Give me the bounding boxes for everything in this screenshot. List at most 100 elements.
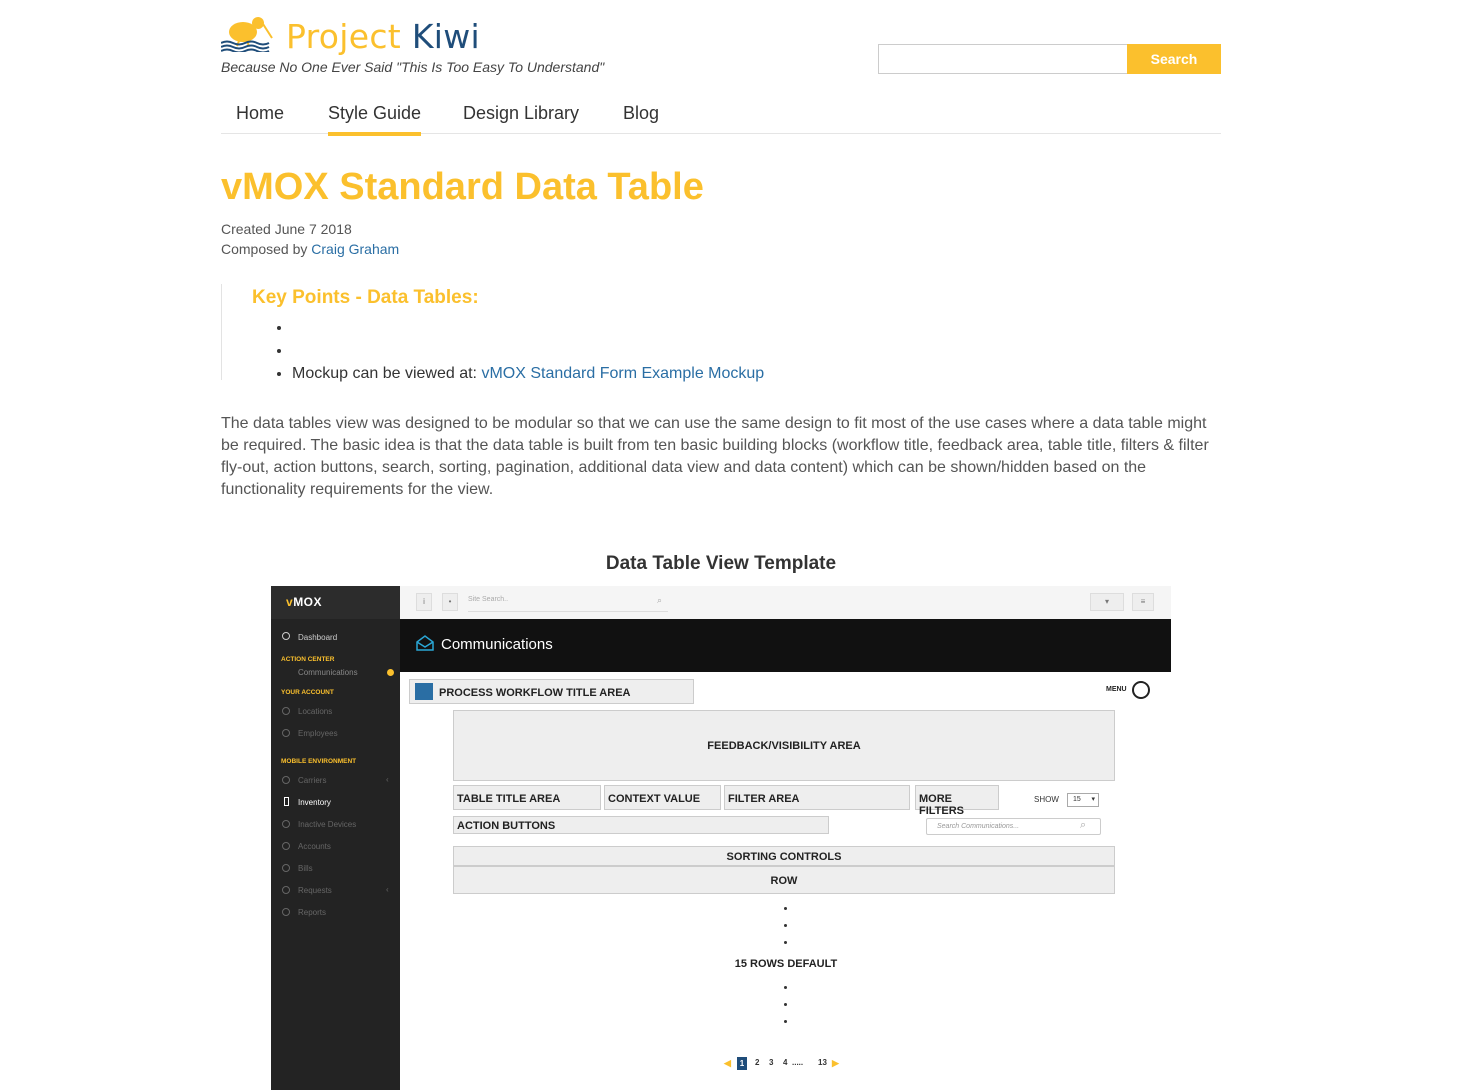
brand-first: Project bbox=[286, 17, 402, 56]
grid-icon: ≡ bbox=[1132, 593, 1154, 611]
search-input[interactable] bbox=[878, 44, 1128, 74]
more-filters-area: MORE FILTERS bbox=[915, 785, 999, 817]
filter-area-label: FILTER AREA bbox=[728, 793, 800, 805]
nav-home[interactable]: Home bbox=[236, 103, 284, 132]
ellipsis-dot bbox=[784, 941, 787, 944]
bills-icon bbox=[282, 864, 290, 872]
main-nav: Home Style Guide Design Library Blog bbox=[221, 96, 1221, 136]
mock-employees: Employees bbox=[298, 729, 338, 738]
table-title-area: TABLE TITLE AREA bbox=[453, 785, 601, 810]
figure-title: Data Table View Template bbox=[605, 553, 837, 574]
mock-locations: Locations bbox=[298, 707, 333, 716]
action-buttons-area: ACTION BUTTONS bbox=[453, 816, 829, 834]
prev-page-icon: ◀ bbox=[724, 1058, 731, 1068]
author-link[interactable]: Craig Graham bbox=[311, 241, 399, 257]
author-line: Composed by Craig Graham bbox=[221, 241, 399, 257]
mic-icon: • bbox=[442, 593, 458, 611]
key-points-callout: Key Points - Data Tables: Mockup can be … bbox=[221, 284, 821, 382]
context-value-label: CONTEXT VALUE bbox=[608, 793, 701, 805]
mock-logo: vMOX bbox=[286, 595, 323, 609]
mockup-prefix: Mockup can be viewed at: bbox=[292, 365, 482, 382]
mockup-link[interactable]: vMOX Standard Form Example Mockup bbox=[481, 365, 764, 382]
created-date: Created June 7 2018 bbox=[221, 221, 352, 237]
row-area: ROW bbox=[453, 866, 1115, 894]
row-label: ROW bbox=[770, 875, 798, 887]
page-ellipsis: ..... bbox=[792, 1058, 804, 1067]
workflow-title-area: PROCESS WORKFLOW TITLE AREA bbox=[409, 679, 694, 704]
mock-action-center: ACTION CENTER bbox=[281, 656, 335, 663]
mock-your-account: YOUR ACCOUNT bbox=[281, 689, 334, 696]
mock-sidebar: vMOX Dashboard ACTION CENTER Communicati… bbox=[271, 586, 400, 1090]
image-icon bbox=[415, 683, 433, 700]
hamburger-menu-icon bbox=[1132, 681, 1150, 699]
notification-dot-icon bbox=[387, 669, 394, 676]
mock-reports: Reports bbox=[298, 908, 327, 917]
mock-search-communications: Search Communications... bbox=[926, 818, 1101, 835]
chevron-left-icon: ‹ bbox=[386, 775, 389, 784]
ellipsis-dot bbox=[784, 986, 787, 989]
search-icon: ⌕ bbox=[657, 595, 663, 605]
mock-requests: Requests bbox=[298, 886, 332, 895]
ellipsis-dot bbox=[784, 1020, 787, 1023]
mock-carriers: Carriers bbox=[298, 776, 327, 785]
page-title: vMOX Standard Data Table bbox=[221, 166, 704, 208]
carriers-icon bbox=[282, 776, 290, 784]
mock-communications: Communications bbox=[298, 668, 358, 677]
requests-icon bbox=[282, 886, 290, 894]
more-filters-label: MORE FILTERS bbox=[919, 793, 965, 817]
nav-style-guide[interactable]: Style Guide bbox=[328, 103, 422, 136]
ellipsis-dot bbox=[784, 907, 787, 910]
nav-blog[interactable]: Blog bbox=[623, 103, 659, 132]
page-number-current: 1 bbox=[737, 1057, 747, 1070]
page-number: 13 bbox=[818, 1058, 827, 1067]
mock-inactive-devices: Inactive Devices bbox=[298, 820, 357, 829]
body-paragraph: The data tables view was designed to be … bbox=[221, 415, 1209, 498]
mock-accounts: Accounts bbox=[298, 842, 331, 851]
chevron-left-icon: ‹ bbox=[386, 885, 389, 894]
workflow-title-label: PROCESS WORKFLOW TITLE AREA bbox=[439, 687, 631, 699]
mock-bills: Bills bbox=[298, 864, 313, 873]
mock-menu-label: MENU bbox=[1106, 686, 1127, 693]
kiwi-logo-icon bbox=[221, 17, 273, 52]
page-number: 3 bbox=[769, 1058, 774, 1067]
mock-inventory: Inventory bbox=[298, 798, 331, 807]
page-number: 4 bbox=[783, 1058, 788, 1067]
search-button[interactable]: Search bbox=[1127, 44, 1221, 74]
info-icon: i bbox=[416, 593, 432, 611]
dashboard-icon bbox=[282, 632, 290, 640]
location-icon bbox=[282, 707, 290, 715]
list-item bbox=[292, 316, 764, 339]
sorting-controls-label: SORTING CONTROLS bbox=[726, 851, 842, 863]
feedback-area: FEEDBACK/VISIBILITY AREA bbox=[453, 710, 1115, 781]
mock-dashboard: Dashboard bbox=[298, 633, 338, 642]
next-page-icon: ▶ bbox=[832, 1058, 839, 1068]
site-tagline: Because No One Ever Said "This Is Too Ea… bbox=[221, 59, 605, 75]
context-value-area: CONTEXT VALUE bbox=[604, 785, 721, 810]
mock-page-header: Communications bbox=[400, 619, 1171, 672]
user-menu-icon: ▾ bbox=[1090, 593, 1124, 611]
key-points-list: Mockup can be viewed at: vMOX Standard F… bbox=[292, 316, 764, 385]
mock-show-label: SHOW bbox=[1034, 795, 1059, 804]
caret-down-icon: ▾ bbox=[1091, 796, 1095, 803]
reports-icon bbox=[282, 908, 290, 916]
employees-icon bbox=[282, 729, 290, 737]
brand-second: Kiwi bbox=[411, 17, 480, 56]
sorting-controls-area: SORTING CONTROLS bbox=[453, 846, 1115, 866]
phone-icon bbox=[284, 797, 289, 806]
mock-page-title: Communications bbox=[441, 636, 553, 653]
list-item: Mockup can be viewed at: vMOX Standard F… bbox=[292, 362, 764, 385]
key-points-title: Key Points - Data Tables: bbox=[252, 287, 479, 308]
action-buttons-label: ACTION BUTTONS bbox=[457, 820, 556, 832]
ellipsis-dot bbox=[784, 924, 787, 927]
composed-prefix: Composed by bbox=[221, 241, 312, 257]
nav-design-library[interactable]: Design Library bbox=[463, 103, 579, 132]
table-title-label: TABLE TITLE AREA bbox=[457, 793, 561, 805]
inactive-devices-icon bbox=[282, 820, 290, 828]
page-number: 2 bbox=[755, 1058, 760, 1067]
filter-area: FILTER AREA bbox=[724, 785, 910, 810]
mock-mobile-environment: MOBILE ENVIRONMENT bbox=[281, 758, 357, 765]
mock-sidebar-header: vMOX bbox=[271, 586, 400, 619]
site-brand[interactable]: Project Kiwi bbox=[286, 16, 480, 58]
rows-default-label: 15 ROWS DEFAULT bbox=[734, 958, 838, 970]
data-table-template-image: vMOX Dashboard ACTION CENTER Communicati… bbox=[271, 586, 1171, 1090]
